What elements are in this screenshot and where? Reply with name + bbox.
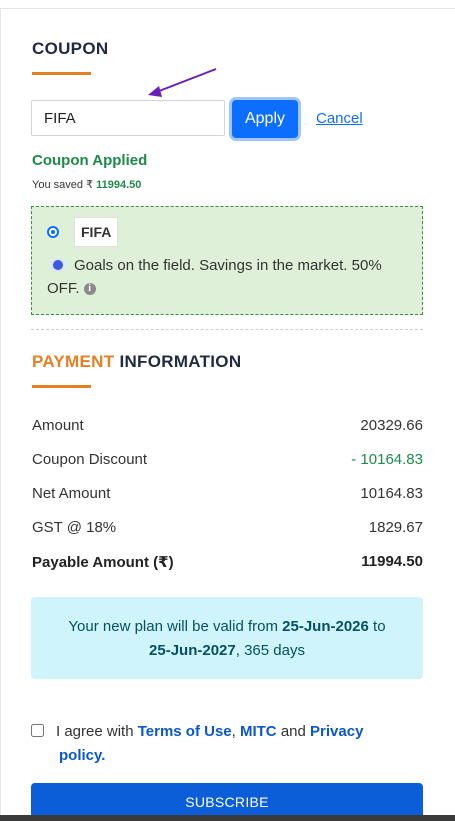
privacy-policy-link-cont[interactable]: policy. (59, 747, 105, 764)
row-value: 11994.50 (361, 553, 423, 570)
coupon-applied-status: Coupon Applied (32, 152, 148, 169)
validity-prefix: Your new plan will be valid from (68, 618, 278, 635)
cancel-link[interactable]: Cancel (316, 110, 363, 127)
coupon-description: Goals on the field. Savings in the marke… (47, 254, 407, 300)
apply-button[interactable]: Apply (232, 100, 298, 138)
row-value: - 10164.83 (351, 451, 423, 468)
section-divider (31, 329, 423, 330)
left-border (0, 8, 1, 821)
top-divider (0, 8, 455, 9)
row-label: Net Amount (32, 485, 111, 502)
row-value: 20329.66 (360, 417, 423, 434)
coupon-title-underline (32, 72, 91, 75)
validity-to-word: to (373, 618, 386, 635)
payment-title: PAYMENT INFORMATION (32, 352, 241, 372)
agree-checkbox[interactable] (31, 724, 44, 737)
coupon-code-chip: FIFA (74, 217, 119, 247)
arrow-icon (148, 68, 217, 97)
agree-prefix: I agree with (56, 723, 134, 740)
row-value: 10164.83 (360, 485, 423, 502)
row-label: Amount (32, 417, 84, 434)
plan-validity-alert: Your new plan will be valid from 25-Jun-… (31, 597, 423, 679)
coupon-description-text: Goals on the field. Savings in the marke… (47, 257, 382, 297)
row-label: GST @ 18% (32, 519, 117, 536)
saved-text: You saved ₹ 11994.50 (32, 178, 141, 191)
validity-from: 25-Jun-2026 (282, 618, 369, 635)
row-label: Payable Amount (₹) (32, 554, 174, 571)
coupon-radio[interactable] (47, 226, 59, 238)
coupon-title: COUPON (32, 39, 109, 58)
validity-to: 25-Jun-2027 (149, 642, 236, 659)
saved-amount: 11994.50 (96, 179, 142, 191)
row-value: 1829.67 (368, 519, 423, 536)
payment-title-highlight: PAYMENT (32, 352, 115, 371)
agree-comma: , (231, 723, 236, 740)
terms-of-use-link[interactable]: Terms of Use (138, 723, 232, 740)
agree-and: and (280, 723, 306, 740)
saved-prefix: You saved ₹ (32, 179, 94, 191)
bottom-bar (0, 815, 455, 821)
mitc-link[interactable]: MITC (240, 723, 277, 740)
privacy-policy-link[interactable]: Privacy (310, 723, 363, 740)
coupon-input[interactable] (31, 100, 225, 136)
info-icon[interactable]: i (83, 283, 96, 296)
payment-title-underline (32, 385, 91, 388)
payment-title-rest: INFORMATION (119, 352, 242, 371)
coupon-option-card[interactable]: FIFA Goals on the field. Savings in the … (31, 206, 423, 315)
agree-text: I agree with Terms of Use, MITC and Priv… (56, 720, 396, 768)
validity-suffix: , 365 days (235, 642, 305, 659)
row-label: Coupon Discount (32, 451, 148, 468)
